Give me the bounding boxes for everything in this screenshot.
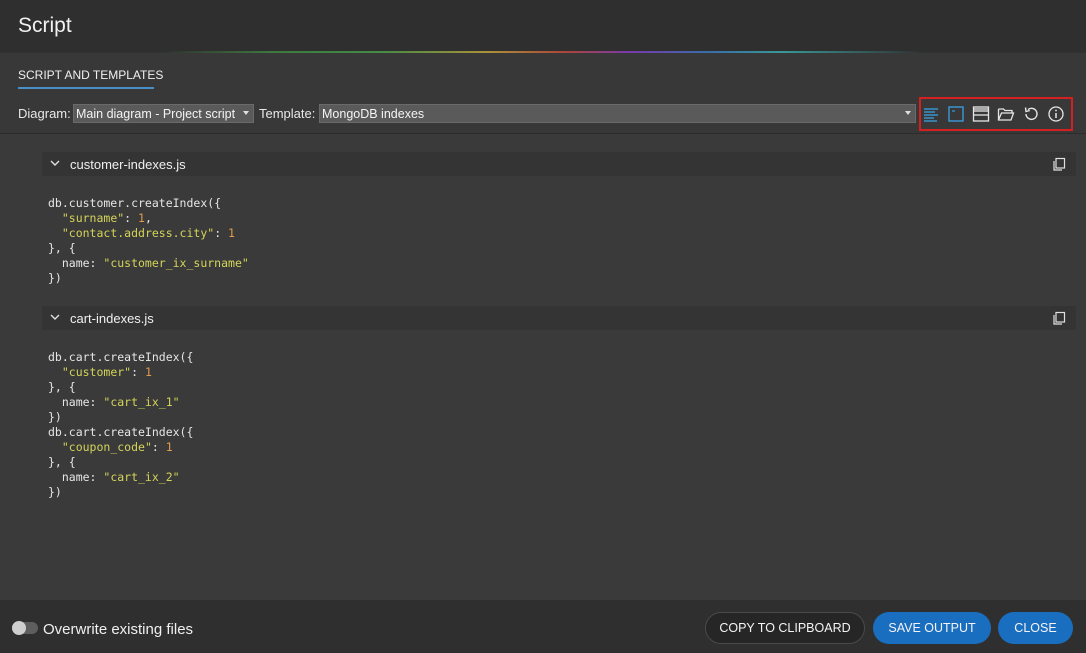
code-line: }, {: [48, 241, 249, 256]
code-line: name: "cart_ix_1": [48, 395, 193, 410]
template-select[interactable]: MongoDB indexes: [319, 104, 916, 123]
info-icon[interactable]: [1047, 105, 1065, 123]
tab-script-and-templates[interactable]: SCRIPT AND TEMPLATES: [18, 68, 163, 82]
code-block-customer-indexes: db.customer.createIndex({ "surname": 1, …: [48, 196, 249, 286]
tab-bar: SCRIPT AND TEMPLATES: [0, 53, 1086, 95]
code-text: }): [48, 271, 62, 285]
code-number: 1: [144, 365, 152, 379]
copy-icon[interactable]: [1052, 311, 1066, 325]
section-header-cart-indexes[interactable]: cart-indexes.js: [42, 306, 1076, 330]
chevron-down-icon[interactable]: [49, 157, 61, 169]
code-string: "contact.address.city": [61, 226, 215, 240]
code-number: 1: [228, 226, 235, 240]
code-text: }, {: [48, 455, 76, 469]
chevron-down-icon: [243, 111, 249, 115]
code-string: "customer_ix_surname": [103, 256, 249, 270]
code-line: "customer": 1: [48, 365, 193, 380]
code-line: name: "customer_ix_surname": [48, 256, 249, 271]
code-string: "cart_ix_1": [103, 395, 180, 409]
folder-open-icon[interactable]: [997, 105, 1015, 123]
code-line: }): [48, 410, 193, 425]
code-line: db.customer.createIndex({: [48, 196, 249, 211]
chevron-down-icon: [905, 111, 911, 115]
code-line: }): [48, 271, 249, 286]
copy-to-clipboard-button[interactable]: COPY TO CLIPBOARD: [705, 612, 865, 644]
refresh-icon[interactable]: [1022, 105, 1040, 123]
diagram-select-value: Main diagram - Project script: [76, 107, 236, 121]
code-line: }, {: [48, 380, 193, 395]
chevron-down-icon[interactable]: [49, 311, 61, 323]
code-text: name:: [48, 470, 104, 484]
code-text: db.customer.createIndex({: [48, 196, 222, 210]
code-line: db.cart.createIndex({: [48, 350, 193, 365]
overwrite-toggle[interactable]: [12, 621, 38, 635]
code-text: name:: [48, 256, 104, 270]
close-button[interactable]: CLOSE: [998, 612, 1073, 644]
layout-icon[interactable]: [972, 105, 990, 123]
code-text: }): [48, 410, 62, 424]
code-block-cart-indexes: db.cart.createIndex({ "customer": 1}, { …: [48, 350, 193, 500]
template-select-value: MongoDB indexes: [322, 107, 425, 121]
code-line: "surname": 1,: [48, 211, 249, 226]
code-number: 1: [138, 211, 145, 225]
save-output-button[interactable]: SAVE OUTPUT: [873, 612, 991, 644]
dialog-footer: Overwrite existing files COPY TO CLIPBOA…: [0, 600, 1086, 653]
overwrite-label: Overwrite existing files: [43, 621, 194, 638]
code-text: }): [48, 485, 62, 499]
code-line: "contact.address.city": 1: [48, 226, 249, 241]
code-text: }, {: [48, 241, 76, 255]
section-file-name: customer-indexes.js: [70, 157, 186, 172]
code-line: "coupon_code": 1: [48, 440, 193, 455]
code-text: }, {: [48, 380, 76, 394]
copy-icon[interactable]: [1052, 157, 1066, 171]
code-text: :: [124, 211, 139, 225]
code-text: db.cart.createIndex({: [48, 425, 194, 439]
active-tab-indicator: [18, 87, 154, 89]
code-text: db.cart.createIndex({: [48, 350, 194, 364]
code-number: 1: [165, 440, 173, 454]
template-label: Template:: [259, 106, 316, 121]
code-line: }): [48, 485, 193, 500]
script-icon[interactable]: [947, 105, 965, 123]
code-text: :: [151, 440, 166, 454]
toggle-knob: [12, 621, 26, 635]
code-text: ,: [144, 211, 152, 225]
code-string: "coupon_code": [61, 440, 152, 454]
diagram-select[interactable]: Main diagram - Project script: [73, 104, 254, 123]
section-file-name: cart-indexes.js: [70, 311, 154, 326]
code-string: "cart_ix_2": [103, 470, 180, 484]
code-line: name: "cart_ix_2": [48, 470, 193, 485]
script-output-area[interactable]: customer-indexes.js db.customer.createIn…: [0, 134, 1086, 599]
code-text: :: [131, 365, 145, 379]
text-lines-icon[interactable]: [922, 105, 940, 123]
code-text: name:: [48, 395, 104, 409]
window-title: Script: [18, 14, 72, 37]
window-titlebar: Script: [0, 0, 1086, 52]
code-line: }, {: [48, 455, 193, 470]
code-string: "surname": [61, 211, 125, 225]
code-string: "customer": [61, 365, 132, 379]
section-header-customer-indexes[interactable]: customer-indexes.js: [42, 152, 1076, 176]
code-line: db.cart.createIndex({: [48, 425, 193, 440]
code-text: :: [214, 226, 229, 240]
diagram-label: Diagram:: [18, 106, 71, 121]
